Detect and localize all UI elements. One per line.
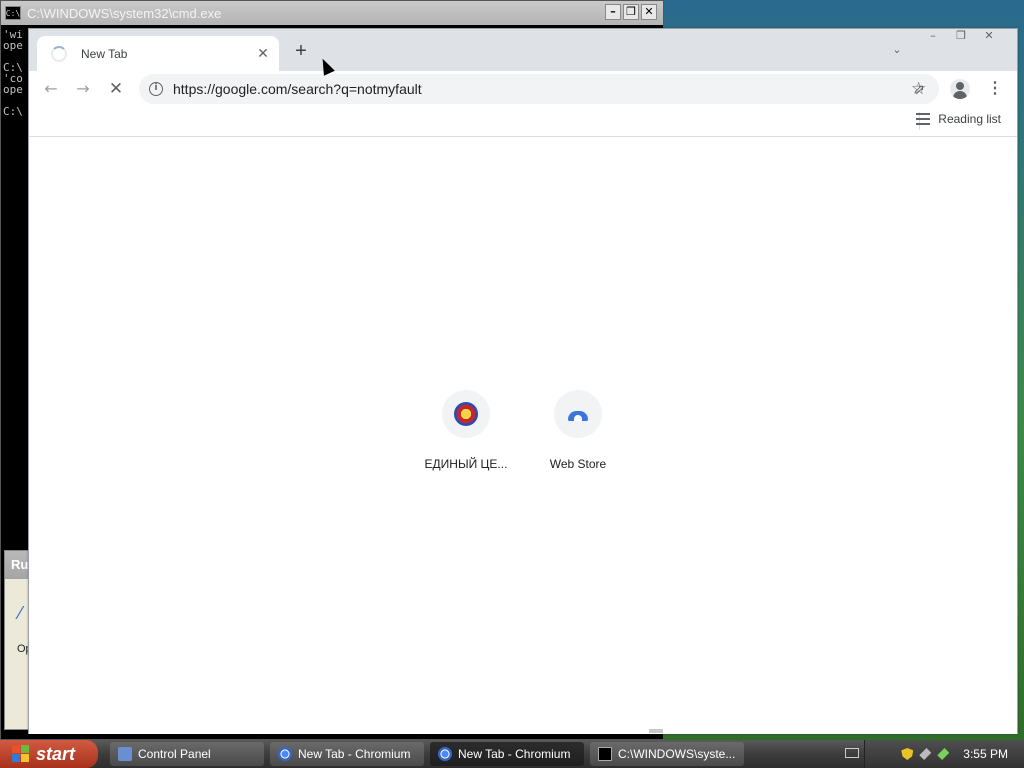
bookmark-star-icon[interactable]: ☆ <box>911 79 926 99</box>
start-label: start <box>36 743 76 764</box>
taskbar-item-cmd[interactable]: C:\WINDOWS\syste... <box>590 742 744 766</box>
stop-loading-button[interactable]: ✕ <box>106 79 126 99</box>
clock[interactable]: 3:55 PM <box>963 747 1008 761</box>
taskbar-item-label: Control Panel <box>138 747 211 761</box>
shortcut-favicon <box>442 390 490 438</box>
scrollbar-thumb[interactable] <box>649 729 663 733</box>
cmd-icon <box>598 747 612 761</box>
emblem-icon <box>454 402 478 426</box>
cmd-titlebar[interactable]: C:\ C:\WINDOWS\system32\cmd.exe – ❐ ✕ <box>1 1 663 25</box>
cmd-output: 'wi ope C:\ 'co ope C:\ <box>3 28 23 118</box>
minimize-button[interactable]: – <box>605 4 621 20</box>
restore-button[interactable]: ❐ <box>623 4 639 20</box>
url-text[interactable]: https://google.com/search?q=notmyfault <box>173 81 422 97</box>
menu-kebab-icon[interactable]: ⋮ <box>987 79 1003 99</box>
shortcut-tile[interactable]: Web Store <box>522 390 634 471</box>
chromium-window[interactable]: New Tab ✕ + ⌄ – ❐ ✕ ← → ✕ i https://goog… <box>28 28 1018 734</box>
taskbar-item-label: C:\WINDOWS\syste... <box>618 747 736 761</box>
shortcut-label: ЕДИНЫЙ ЦЕ... <box>424 457 508 471</box>
keyboard-icon[interactable] <box>845 748 859 758</box>
reading-list-icon <box>916 113 931 125</box>
system-tray: 3:55 PM <box>845 740 1024 768</box>
taskbar-item-chromium[interactable]: New Tab - Chromium <box>270 742 424 766</box>
new-tab-button[interactable]: + <box>291 41 311 61</box>
window-restore-button[interactable]: ❐ <box>947 29 975 45</box>
reading-list-button[interactable]: Reading list <box>916 112 1001 126</box>
run-icon: ⁄ <box>19 603 23 623</box>
network-connected-icon[interactable] <box>937 748 950 760</box>
control-panel-icon <box>118 747 132 761</box>
start-button[interactable]: start <box>0 740 98 768</box>
shortcut-label: Web Store <box>549 457 607 471</box>
taskbar-item-chromium-active[interactable]: New Tab - Chromium <box>430 742 584 766</box>
back-button[interactable]: ← <box>41 79 61 99</box>
shortcut-favicon <box>554 390 602 438</box>
window-minimize-button[interactable]: – <box>919 29 947 45</box>
chromium-icon <box>438 747 452 761</box>
tab-strip: New Tab ✕ + ⌄ – ❐ ✕ <box>29 29 1017 71</box>
chromium-icon <box>278 747 292 761</box>
tab-new-tab[interactable]: New Tab ✕ <box>37 36 279 71</box>
forward-button[interactable]: → <box>73 79 93 99</box>
close-button[interactable]: ✕ <box>641 4 657 20</box>
new-tab-page: ЕДИНЫЙ ЦЕ... Web Store <box>29 138 1017 734</box>
web-store-icon <box>568 407 588 421</box>
taskbar-item-control-panel[interactable]: Control Panel <box>110 742 264 766</box>
loading-spinner-icon <box>51 45 67 62</box>
profile-avatar-icon[interactable] <box>950 79 970 99</box>
network-icon[interactable] <box>919 748 932 760</box>
taskbar-item-label: New Tab - Chromium <box>298 747 411 761</box>
window-close-button[interactable]: ✕ <box>975 29 1003 45</box>
site-info-icon[interactable]: i <box>149 82 163 96</box>
cmd-icon: C:\ <box>5 6 21 20</box>
toolbar: ← → ✕ i https://google.com/search?q=notm… <box>29 71 1017 107</box>
cmd-title: C:\WINDOWS\system32\cmd.exe <box>27 5 222 21</box>
security-shield-icon[interactable] <box>901 748 914 760</box>
reading-list-label: Reading list <box>938 112 1001 126</box>
tab-close-icon[interactable]: ✕ <box>255 45 271 61</box>
shortcut-tile[interactable]: ЕДИНЫЙ ЦЕ... <box>410 390 522 471</box>
taskbar-item-label: New Tab - Chromium <box>458 747 571 761</box>
tab-search-chevron-icon[interactable]: ⌄ <box>889 43 905 59</box>
windows-logo-icon <box>12 745 30 763</box>
address-bar[interactable]: i https://google.com/search?q=notmyfault… <box>139 74 939 104</box>
bookmarks-bar: Reading list <box>29 107 1017 137</box>
tab-title: New Tab <box>81 46 128 61</box>
